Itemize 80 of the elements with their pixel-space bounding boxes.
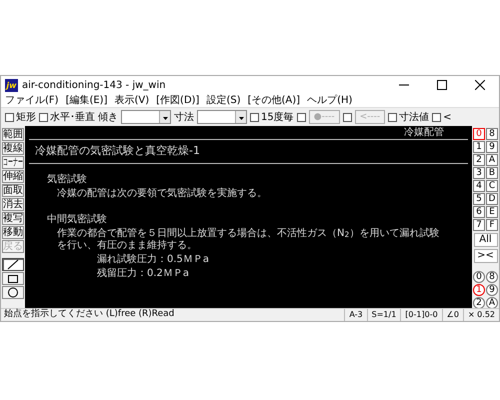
paragraph: 作業の都合で配管を５日間以上放置する場合は、不活性ガス（N$_{2}$）を用いて漏れ試験を行い、有圧のまま維持する。 [56, 228, 440, 252]
toolbar-label: 傾き [98, 110, 118, 124]
layer-group-button[interactable]: 2 [473, 297, 485, 308]
menu-item[interactable]: ヘルプ(H) [307, 94, 352, 106]
layer-button[interactable]: 9 [486, 141, 498, 153]
status-field: S=1/1 [366, 309, 400, 321]
checkbox-label: 水平･垂直 [50, 110, 95, 124]
rectangle-icon [7, 274, 19, 284]
line-tool-button[interactable] [2, 258, 24, 271]
layer-button[interactable]: 7 [473, 219, 485, 231]
layer-button[interactable]: 0 [473, 128, 485, 140]
layer-button[interactable]: 2 [473, 154, 485, 166]
layer-button[interactable]: D [486, 193, 498, 205]
layer-button[interactable]: E [486, 206, 498, 218]
layer-group-button[interactable]: 0 [473, 271, 485, 283]
checkbox-label: 寸法値 [399, 110, 430, 124]
tool-button[interactable]: 複写 [2, 212, 24, 225]
paragraph: 冷媒の配管は次の要領で気密試験を実施する。 [56, 188, 268, 200]
combo-box[interactable] [121, 110, 171, 124]
close-icon [475, 80, 485, 90]
layer-button[interactable]: 5 [473, 193, 485, 205]
section-heading: 中間気密試験 [47, 214, 108, 226]
layer-button[interactable]: B [486, 167, 498, 179]
checkbox[interactable] [432, 112, 442, 122]
layer-toggle-button[interactable]: All [474, 233, 498, 247]
tool-button[interactable]: 複線 [2, 142, 24, 155]
tool-button[interactable]: 消去 [2, 198, 24, 211]
layer-toggle-button[interactable]: >< [474, 249, 498, 263]
layer-button[interactable]: 1 [473, 141, 485, 153]
circle-tool-button[interactable] [2, 286, 24, 299]
combo-box[interactable] [197, 110, 247, 124]
layer-button[interactable]: F [486, 219, 498, 231]
menu-item[interactable]: [編集(E)] [66, 94, 108, 106]
canvas-text: 冷媒配管 [404, 126, 445, 139]
tool-button[interactable]: 伸縮 [2, 170, 24, 183]
app-logo: jw [5, 78, 18, 92]
layer-group-button[interactable]: 9 [486, 284, 498, 296]
window-title: air-conditioning-143 - jw_win [22, 78, 167, 92]
checkbox[interactable] [296, 112, 306, 122]
checkbox[interactable] [5, 112, 14, 122]
tool-button[interactable]: 面取 [2, 184, 24, 197]
status-field: [0-1]0-0 [400, 309, 442, 321]
toolbar-label: 寸法 [174, 110, 194, 124]
drawing-title: 冷媒配管の気密試験と真空乾燥-1 [34, 143, 201, 159]
drawing-canvas[interactable]: 冷媒配管 冷媒配管の気密試験と真空乾燥-1 気密試験 冷媒の配管は次の要領で気密試験を実施する。 中間気密試験 作業の都合で配管を５日間以上放置する場合は、不活性ガス（N$_{2}$）を用いて漏れ試験を行い、有圧のまま維持する。 漏れ試験圧力：0.5ＭＰa 残留圧力：0.2ＭＰa [25, 126, 472, 308]
pressure-value: 漏れ試験圧力：0.5ＭＰa [96, 254, 210, 266]
status-field: × 0.52 [462, 309, 499, 321]
circle-icon [7, 287, 19, 298]
layer-group-button[interactable]: 1 [473, 284, 485, 296]
menu-item[interactable]: [作図(D)] [156, 94, 200, 106]
menu-item[interactable]: 設定(S) [206, 94, 241, 106]
line-icon [7, 259, 19, 270]
layer-button[interactable]: A [486, 154, 498, 166]
layer-button[interactable]: 6 [473, 206, 485, 218]
checkbox[interactable] [388, 112, 398, 122]
tool-button[interactable]: コーナー [2, 156, 24, 169]
menu-item[interactable]: [その他(A)] [248, 94, 300, 106]
checkbox[interactable] [39, 112, 48, 122]
checkbox-label: 15度毎 [261, 110, 294, 124]
layer-group-button[interactable]: A [486, 297, 498, 308]
layer-button[interactable]: 3 [473, 167, 485, 179]
status-field: ∠0 [442, 309, 463, 321]
menu-item[interactable]: 表示(V) [114, 94, 150, 106]
status-field: A-3 [344, 309, 367, 321]
tool-button[interactable]: 移動 [2, 226, 24, 239]
layer-button[interactable]: 4 [473, 180, 485, 192]
rectangle-tool-button[interactable] [2, 272, 24, 285]
layer-button[interactable]: C [486, 180, 498, 192]
maximize-icon [437, 80, 447, 90]
status-message: 始点を指示してください (L)free (R)Read [3, 308, 176, 322]
layer-group-button[interactable]: 8 [486, 271, 498, 283]
checkbox[interactable] [250, 112, 259, 122]
checkbox-label: < [443, 110, 452, 124]
section-heading: 気密試験 [47, 174, 88, 186]
checkbox[interactable] [342, 112, 352, 122]
tool-button[interactable]: 範囲 [2, 128, 24, 141]
layer-button[interactable]: 8 [486, 128, 498, 140]
checkbox-label: 矩形 [16, 110, 36, 124]
pressure-value: 残留圧力：0.2ＭＰa [96, 268, 190, 280]
menu-item[interactable]: ファイル(F) [5, 94, 59, 106]
